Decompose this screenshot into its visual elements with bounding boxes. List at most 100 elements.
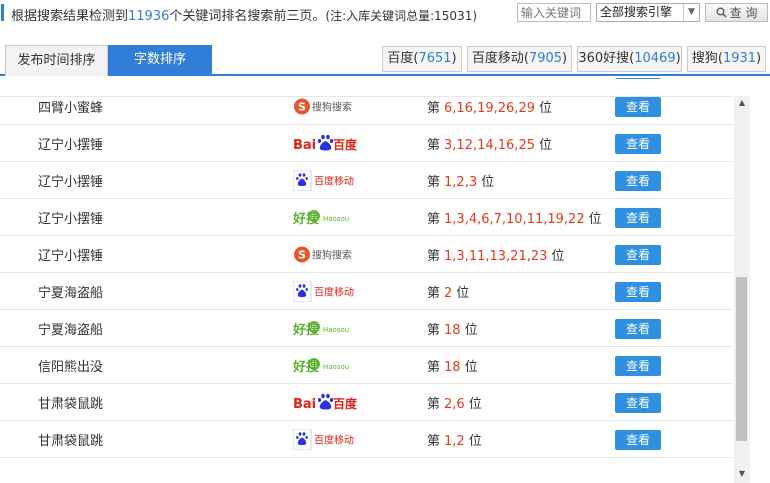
rank-cell: 第 1,2,3 位 — [427, 171, 494, 190]
summary-bar: 根据搜索结果检测到11936个关键词排名搜索前三页。(注:入库关键词总量:150… — [0, 0, 770, 26]
rank-prefix: 第 — [427, 397, 441, 412]
rank-cell: 第 2,6 位 — [427, 393, 482, 412]
rank-suffix: 位 — [538, 101, 552, 116]
query-button[interactable]: 查 询 — [705, 3, 768, 22]
search-icon — [716, 7, 727, 18]
rank-cell: 第 1,3,11,13,21,23 位 — [427, 245, 564, 264]
svg-text:搜狗搜索: 搜狗搜索 — [312, 101, 352, 114]
table-row: 四臂小蜜蜂 S 搜狗搜索 第 6,16,19,26,29 位 查看 — [0, 88, 733, 125]
keyword-cell: 宁夏海盗船 — [38, 323, 104, 338]
table-row: 信阳熊出没 好搜 Haosou 第 18 位 查看 — [0, 347, 733, 384]
table-row: 辽宁小摆锤 S 搜狗搜索 第 1,3,11,13,21,23 位 查看 — [0, 236, 733, 273]
engine-count-label: 搜狗 — [691, 51, 718, 66]
rank-prefix: 第 — [427, 212, 441, 227]
scroll-down-icon[interactable]: ▼ — [734, 469, 750, 481]
baidu-mobile-logo-icon: 百度移动 — [293, 429, 354, 450]
svg-text:百度移动: 百度移动 — [314, 175, 354, 188]
list-scrollbar[interactable]: ▲ ▼ — [734, 96, 750, 483]
scrollbar-thumb[interactable] — [736, 277, 747, 441]
rank-prefix: 第 — [427, 360, 441, 375]
engine-count-sogou[interactable]: 搜狗(1931) — [687, 46, 766, 72]
chevron-down-icon[interactable]: ▼ — [683, 4, 699, 21]
engine-select-value: 全部搜索引擎 — [600, 5, 673, 19]
sort-tab-bar: 发布时间排序 字数排序 百度(7651) 百度移动(7905) 360好搜(10… — [0, 45, 770, 76]
keyword-cell: 甘肃袋鼠跳 — [38, 397, 104, 412]
rank-values: 2 — [444, 286, 453, 301]
view-button[interactable]: 查看 — [615, 430, 661, 450]
engine-count-value: 1931 — [722, 51, 757, 66]
rank-cell: 第2位 — [427, 282, 469, 301]
view-button[interactable] — [615, 78, 661, 79]
rank-prefix: 第 — [427, 138, 441, 153]
keyword-cell: 甘肃袋鼠跳 — [38, 434, 104, 449]
view-button[interactable]: 查看 — [615, 319, 661, 339]
table-row: 甘肃袋鼠跳 Bai 百度 第 2,6 位 查看 — [0, 384, 733, 421]
rank-suffix: 位 — [464, 360, 478, 375]
engine-count-360[interactable]: 360好搜(10469) — [577, 46, 682, 72]
keyword-cell: 辽宁小摆锤 — [38, 212, 104, 227]
keyword-cell: 四臂小蜜蜂 — [38, 101, 104, 116]
rank-prefix: 第 — [427, 286, 441, 301]
view-button[interactable]: 查看 — [615, 356, 661, 376]
rank-prefix: 第 — [427, 175, 441, 190]
svg-text:Haosou: Haosou — [323, 363, 349, 371]
rank-values: 6,16,19,26,29 — [444, 101, 535, 116]
scroll-up-icon[interactable]: ▲ — [734, 98, 750, 110]
keyword-cell: 辽宁小摆锤 — [38, 175, 104, 190]
tab-sort-by-time[interactable]: 发布时间排序 — [5, 45, 108, 76]
rank-values: 18 — [444, 323, 461, 338]
table-row: 甘肃袋鼠跳 百度移动 第 1,2 位 查看 — [0, 421, 733, 458]
svg-text:好搜: 好搜 — [293, 322, 320, 338]
keyword-search-input[interactable] — [517, 3, 591, 22]
rank-suffix: 位 — [464, 323, 478, 338]
engine-count-value: 10469 — [634, 51, 676, 66]
view-button[interactable]: 查看 — [615, 393, 661, 413]
svg-text:Bai: Bai — [293, 397, 316, 412]
svg-text:百度: 百度 — [333, 137, 357, 152]
view-button[interactable]: 查看 — [615, 171, 661, 191]
engine-count-value: 7905 — [528, 51, 563, 66]
keyword-cell: 辽宁小摆锤 — [38, 249, 104, 264]
accent-bar — [1, 4, 4, 21]
table-row: 宁夏海盗船 好搜 Haosou 第 18 位 查看 — [0, 310, 733, 347]
svg-text:Haosou: Haosou — [323, 215, 349, 223]
baidu-mobile-logo-icon: 百度移动 — [293, 281, 354, 302]
rank-values: 18 — [444, 360, 461, 375]
engine-count-baidu[interactable]: 百度(7651) — [382, 46, 462, 72]
summary-text: 根据搜索结果检测到11936个关键词排名搜索前三页。(注:入库关键词总量:150… — [11, 5, 477, 24]
svg-text:搜狗搜索: 搜狗搜索 — [312, 249, 352, 262]
summary-suffix: 个关键词排名搜索前三页。 — [169, 9, 326, 24]
tab-sort-by-length[interactable]: 字数排序 — [108, 45, 212, 76]
rank-values: 1,3,11,13,21,23 — [444, 249, 548, 264]
view-button[interactable]: 查看 — [615, 208, 661, 228]
view-button[interactable]: 查看 — [615, 97, 661, 117]
summary-prefix: 根据搜索结果检测到 — [11, 9, 129, 24]
keyword-cell: 信阳熊出没 — [38, 360, 104, 375]
rank-values: 1,2,3 — [444, 175, 478, 190]
view-button[interactable]: 查看 — [615, 282, 661, 302]
haosou-logo-icon: 好搜 Haosou — [293, 321, 349, 338]
svg-text:好搜: 好搜 — [293, 359, 320, 375]
engine-count-baidu-mobile[interactable]: 百度移动(7905) — [467, 46, 572, 72]
rank-suffix: 位 — [538, 138, 552, 153]
svg-text:百度移动: 百度移动 — [314, 434, 354, 447]
engine-count-label: 360好搜 — [578, 51, 630, 66]
svg-text:百度: 百度 — [333, 396, 357, 411]
sogou-logo-icon: S 搜狗搜索 — [294, 98, 352, 115]
rank-cell: 第 18 位 — [427, 356, 478, 375]
engine-count-label: 百度 — [387, 51, 414, 66]
table-row: 宁夏海盗船 百度移动 第 2 位 查看 — [0, 273, 733, 310]
rank-cell: 第 6,16,19,26,29 位 — [427, 97, 552, 116]
rank-prefix: 第 — [427, 323, 441, 338]
rank-prefix: 第 — [427, 434, 441, 449]
svg-text:好搜: 好搜 — [293, 211, 320, 227]
keyword-count: 11936 — [128, 9, 170, 24]
view-button[interactable]: 查看 — [615, 245, 661, 265]
engine-select[interactable]: 全部搜索引擎 ▼ — [596, 3, 700, 22]
view-button[interactable]: 查看 — [615, 134, 661, 154]
baidu-logo-icon: Bai 百度 — [293, 134, 357, 153]
rank-suffix: 位 — [551, 249, 565, 264]
engine-count-label: 百度移动 — [471, 51, 524, 66]
rank-values: 2,6 — [444, 397, 465, 412]
keyword-cell: 辽宁小摆锤 — [38, 138, 104, 153]
